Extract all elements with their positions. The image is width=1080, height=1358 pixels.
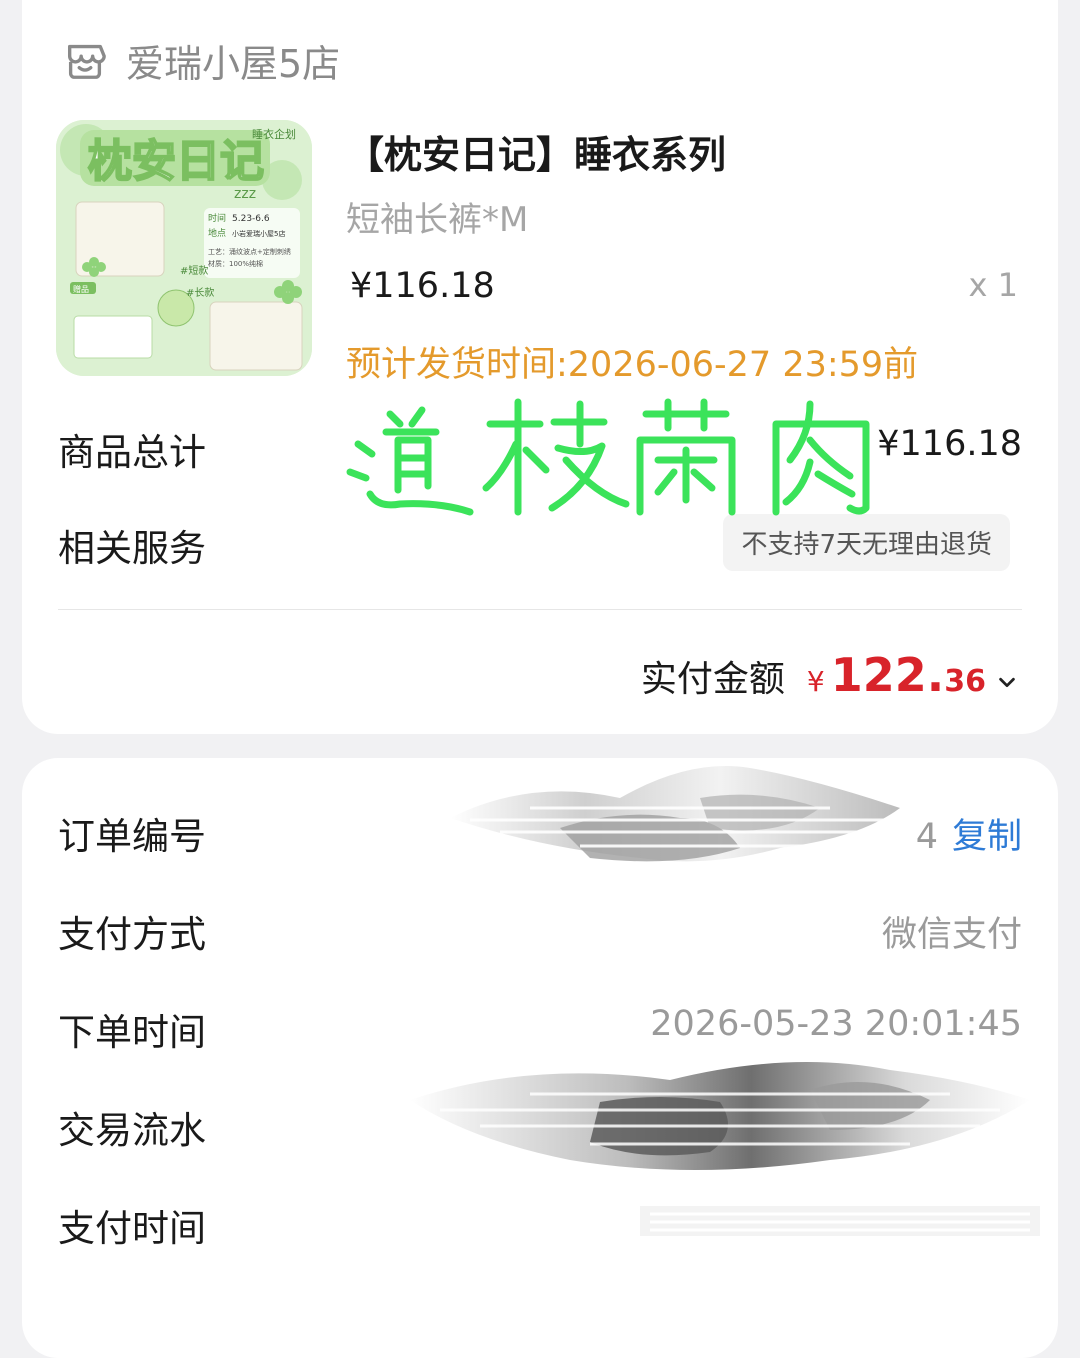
poster-gift-label: 赠品 xyxy=(73,284,89,294)
product-price: ¥116.18 xyxy=(350,266,495,306)
goods-total-value: ¥116.18 xyxy=(877,424,1022,464)
no-return-badge[interactable]: 不支持7天无理由退货 xyxy=(723,514,1010,571)
copy-button[interactable]: 复制 xyxy=(952,817,1022,857)
service-label: 相关服务 xyxy=(58,527,206,570)
order-details-card: 订单编号 4 复制 支付方式 微信支付 下单时间 2026-05-23 20:01… xyxy=(22,758,1058,1358)
poster-time: 5.23-6.6 xyxy=(232,214,270,224)
poster-tag: 睡衣企划 xyxy=(252,127,296,141)
order-time-value: 2026-05-23 20:01:45 xyxy=(650,1004,1022,1044)
poster-long-tag: #长款 xyxy=(186,286,214,299)
product-thumbnail[interactable]: 枕安日记 睡衣企划 zzz 时间 5.23-6.6 地点 小岩爱瑞小屋5店 工艺… xyxy=(56,120,312,376)
poster-place: 小岩爱瑞小屋5店 xyxy=(232,229,285,238)
poster-time-label: 时间 xyxy=(208,212,226,224)
paid-amount-label: 实付金额 xyxy=(640,659,785,700)
order-number-label: 订单编号 xyxy=(58,815,206,858)
shop-header[interactable]: 爱瑞小屋5店 xyxy=(62,32,340,88)
poster-title: 枕安日记 xyxy=(88,136,264,187)
poster-zzz: zzz xyxy=(234,186,256,202)
paid-amount-integer: 122. xyxy=(830,648,945,702)
order-goods-card: 爱瑞小屋5店 枕安日记 睡衣企划 zzz 时间 5.23-6.6 地点 小岩爱瑞… xyxy=(22,0,1058,734)
poster-material: 材质：100%纯棉 xyxy=(208,259,263,268)
product-poster: 枕安日记 睡衣企划 zzz 时间 5.23-6.6 地点 小岩爱瑞小屋5店 工艺… xyxy=(56,120,312,376)
paid-amount-decimal: 36 xyxy=(944,664,986,699)
divider xyxy=(58,609,1022,610)
order-time-label: 下单时间 xyxy=(58,1011,206,1054)
product-quantity: x 1 xyxy=(968,266,1018,304)
order-number-row: 4 复制 xyxy=(916,808,1022,859)
shop-name: 爱瑞小屋5店 xyxy=(126,41,341,86)
poster-short-tag: #短款 xyxy=(180,264,208,277)
order-number-tail: 4 xyxy=(915,817,938,857)
goods-total-label: 商品总计 xyxy=(58,431,206,474)
pay-time-label: 支付时间 xyxy=(58,1207,206,1250)
estimated-shipping: 预计发货时间:2026-06-27 23:59前 xyxy=(346,345,919,385)
payment-method-label: 支付方式 xyxy=(58,913,206,956)
transaction-label: 交易流水 xyxy=(58,1109,206,1152)
product-spec: 短袖长裤*M xyxy=(346,200,529,240)
chevron-down-icon[interactable] xyxy=(996,671,1018,693)
shop-icon xyxy=(67,44,106,79)
paid-amount-row[interactable]: 实付金额 ¥ 122. 36 xyxy=(641,648,1018,702)
product-title[interactable]: 【枕安日记】睡衣系列 xyxy=(346,124,726,179)
paid-currency: ¥ xyxy=(806,665,825,698)
poster-craft: 工艺：涌纹波点+定制刺绣 xyxy=(208,247,291,256)
payment-method-value: 微信支付 xyxy=(881,915,1022,955)
poster-place-label: 地点 xyxy=(208,227,226,239)
